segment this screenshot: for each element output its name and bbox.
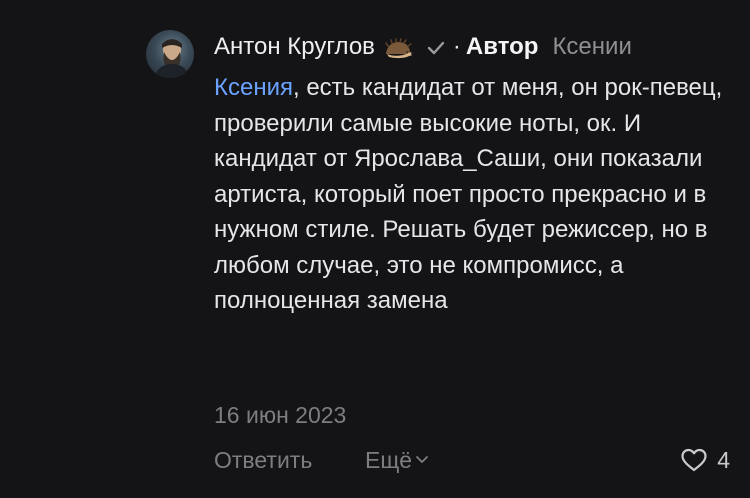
like-count: 4 [717,447,730,473]
comment-body: , есть кандидат от меня, он рок-певец, п… [214,74,723,314]
more-button[interactable]: Ещё [365,443,429,477]
author-badge: Автор [465,33,539,60]
separator-dot: · [452,33,461,60]
comment-text: Ксения, есть кандидат от меня, он рок-пе… [214,70,734,319]
checkmark-icon [425,36,447,58]
comment-actions: Ответить Ещё 4 [214,443,730,477]
comment-header: Антон Круглов · Автор Ксении [214,31,632,63]
comment: Антон Круглов · Автор Ксении Ксения, ест… [0,0,750,498]
avatar[interactable] [146,30,194,78]
reply-button[interactable]: Ответить [214,443,312,477]
heart-icon [681,448,707,471]
comment-date: 16 июн 2023 [214,402,347,428]
mention-link[interactable]: Ксения [214,74,293,101]
hedgehog-icon [383,37,413,59]
author-name[interactable]: Антон Круглов [214,31,375,63]
more-label: Ещё [365,447,413,473]
chevron-down-icon [416,456,428,463]
like-button[interactable]: 4 [680,443,730,477]
reply-to-name[interactable]: Ксении [552,31,631,63]
